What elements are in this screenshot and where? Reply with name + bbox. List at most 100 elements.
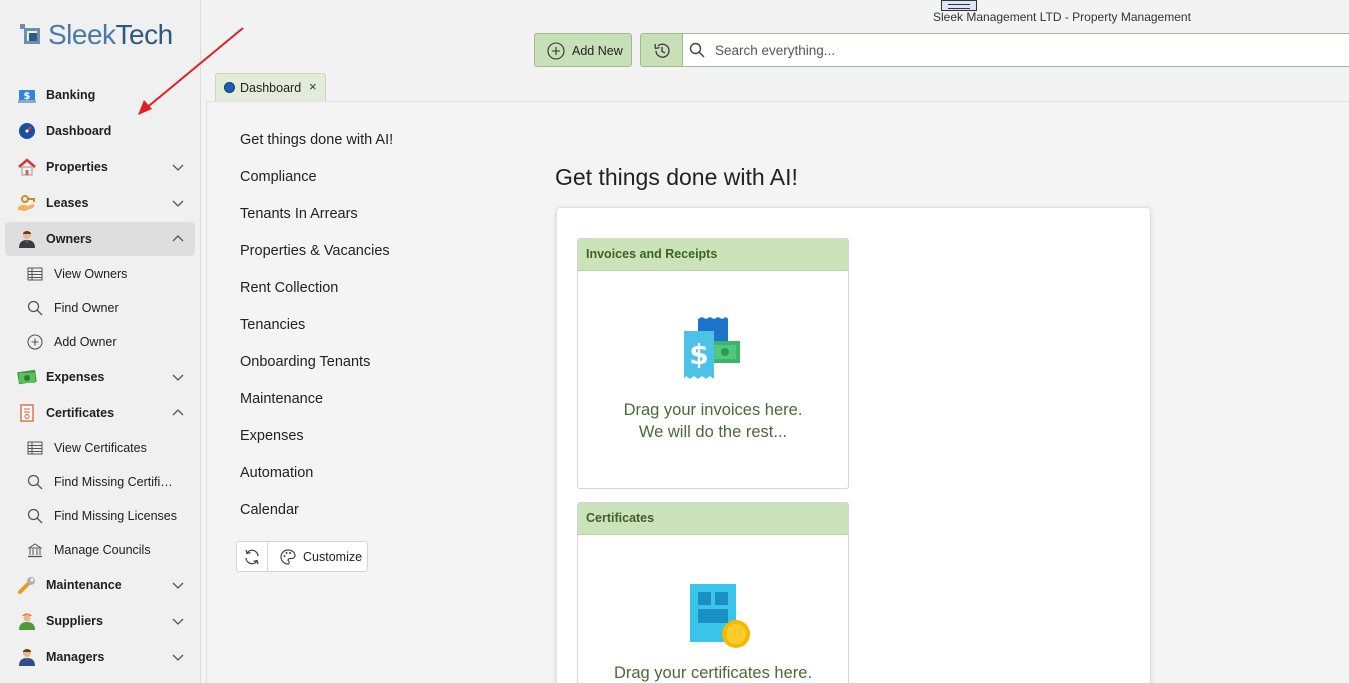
sidebar-subitem-manage-councils[interactable]: Manage Councils (5, 535, 195, 565)
add-circle-icon (27, 334, 43, 350)
card-instruction-line-1: Drag your certificates here. (613, 664, 813, 682)
refresh-icon (245, 549, 259, 565)
search-bar[interactable] (682, 33, 1349, 67)
logo-text-sleek: Sleek (48, 19, 116, 50)
sidebar-item-label: Expenses (46, 370, 105, 384)
palette-icon (280, 549, 296, 565)
invoice-receipt-icon: $ (684, 317, 740, 379)
sidebar-subitem-label: View Certificates (54, 441, 147, 455)
chevron-down-icon (171, 196, 185, 210)
refresh-button[interactable] (237, 542, 268, 571)
sidebar-item-label: Maintenance (46, 578, 122, 592)
dashboard-menu-item[interactable]: Rent Collection (240, 280, 338, 296)
building-icon (27, 542, 43, 558)
sidebar-item-suppliers[interactable]: Suppliers (5, 604, 195, 638)
dashboard-tools: Customize (236, 541, 368, 572)
sidebar-subitem-label: Find Missing Certificates (54, 475, 179, 489)
dashboard-icon (17, 122, 37, 140)
sidebar-item-label: Banking (46, 88, 96, 102)
card-title: Certificates (578, 503, 848, 535)
page-title: Get things done with AI! (555, 164, 798, 190)
card-instruction-line-1: Drag your invoices here. (623, 401, 803, 419)
svg-text:$: $ (24, 91, 31, 102)
search-icon (689, 42, 705, 63)
sidebar-item-label: Dashboard (46, 124, 112, 138)
dashboard-menu-item[interactable]: Automation (240, 465, 313, 481)
sidebar-item-properties[interactable]: Properties (5, 150, 195, 184)
chevron-down-icon (171, 578, 185, 592)
ai-panel: Invoices and Receipts $ Drag your invoic… (556, 207, 1151, 683)
dashboard-menu-item[interactable]: Compliance (240, 169, 317, 185)
customize-button[interactable]: Customize (268, 542, 368, 571)
dashboard-menu-item[interactable]: Onboarding Tenants (240, 354, 370, 370)
sidebar-subitem-label: Find Owner (54, 301, 119, 315)
certificate-icon (17, 404, 37, 422)
bank-icon: $ (17, 86, 37, 104)
sidebar-subitem-label: Manage Councils (54, 543, 151, 557)
search-icon (27, 474, 43, 490)
sidebar-item-leases[interactable]: Leases (5, 186, 195, 220)
chevron-up-icon (171, 406, 185, 420)
sidebar-item-label: Owners (46, 232, 92, 246)
sidebar-subitem-view-certificates[interactable]: View Certificates (5, 433, 195, 463)
sidebar-subitem-label: View Owners (54, 267, 128, 281)
customize-label: Customize (303, 550, 363, 564)
svg-text:$: $ (689, 338, 708, 371)
owner-person-icon (17, 230, 37, 248)
certificate-document-icon (690, 584, 750, 648)
sidebar-item-owners[interactable]: Owners (5, 222, 195, 256)
sidebar-item-label: Leases (46, 196, 89, 210)
history-button[interactable] (640, 33, 682, 67)
sidebar-subitem-label: Find Missing Licenses (54, 509, 177, 523)
sidebar-item-maintenance[interactable]: Maintenance (5, 568, 195, 602)
sidebar-subitem-label: Add Owner (54, 335, 117, 349)
manager-person-icon (17, 648, 37, 666)
sidebar-item-label: Certificates (46, 406, 115, 420)
table-icon (27, 440, 43, 456)
tab-close-icon[interactable]: × (309, 79, 317, 94)
dashboard-menu-item[interactable]: Properties & Vacancies (240, 243, 390, 259)
dashboard-menu-item[interactable]: Tenants In Arrears (240, 206, 358, 222)
sidebar-item-managers[interactable]: Managers (5, 640, 195, 674)
sidebar-subitem-view-owners[interactable]: View Owners (5, 259, 195, 289)
sidebar-subitem-find-missing-licenses[interactable]: Find Missing Licenses (5, 501, 195, 531)
dashboard-menu-item[interactable]: Calendar (240, 502, 299, 518)
wrench-icon (17, 576, 37, 594)
table-icon (27, 266, 43, 282)
hand-key-icon (17, 194, 37, 212)
add-circle-icon (547, 42, 565, 60)
dashboard-tab-icon (224, 82, 235, 93)
invoices-drop-card[interactable]: Invoices and Receipts $ Drag your invoic… (577, 238, 849, 489)
tab-label: Dashboard (240, 81, 302, 95)
sidebar-item-expenses[interactable]: Expenses (5, 360, 195, 394)
tab-dashboard[interactable]: Dashboard × (215, 73, 326, 101)
window-title: Sleek Management LTD - Property Manageme… (933, 10, 1191, 24)
sidebar-item-label: Properties (46, 160, 108, 174)
certificates-drop-card[interactable]: Certificates Drag your certificates here… (577, 502, 849, 683)
search-input[interactable] (715, 41, 1315, 59)
money-icon (17, 368, 37, 386)
search-icon (27, 300, 43, 316)
house-icon (17, 158, 37, 176)
sidebar-subitem-find-owner[interactable]: Find Owner (5, 293, 195, 323)
sidebar-subitem-find-missing-certificates[interactable]: Find Missing Certificates (5, 467, 195, 497)
add-new-button[interactable]: Add New (534, 33, 632, 67)
dashboard-menu-item[interactable]: Expenses (240, 428, 304, 444)
sidebar-item-certificates[interactable]: Certificates (5, 396, 195, 430)
dashboard-menu-item[interactable]: Get things done with AI! (240, 132, 393, 148)
history-icon (654, 43, 670, 58)
chevron-up-icon (171, 232, 185, 246)
chevron-down-icon (171, 160, 185, 174)
supplier-person-icon (17, 612, 37, 630)
sidebar-item-label: Suppliers (46, 614, 103, 628)
chevron-down-icon (171, 650, 185, 664)
card-title: Invoices and Receipts (578, 239, 848, 271)
main-content: Get things done with AI! Compliance Tena… (206, 101, 1349, 683)
chevron-down-icon (171, 370, 185, 384)
dashboard-menu-item[interactable]: Tenancies (240, 317, 305, 333)
logo-mark-icon (20, 22, 46, 48)
search-icon (27, 508, 43, 524)
sidebar-subitem-add-owner[interactable]: Add Owner (5, 327, 195, 357)
add-new-label: Add New (572, 44, 623, 58)
dashboard-menu-item[interactable]: Maintenance (240, 391, 323, 407)
